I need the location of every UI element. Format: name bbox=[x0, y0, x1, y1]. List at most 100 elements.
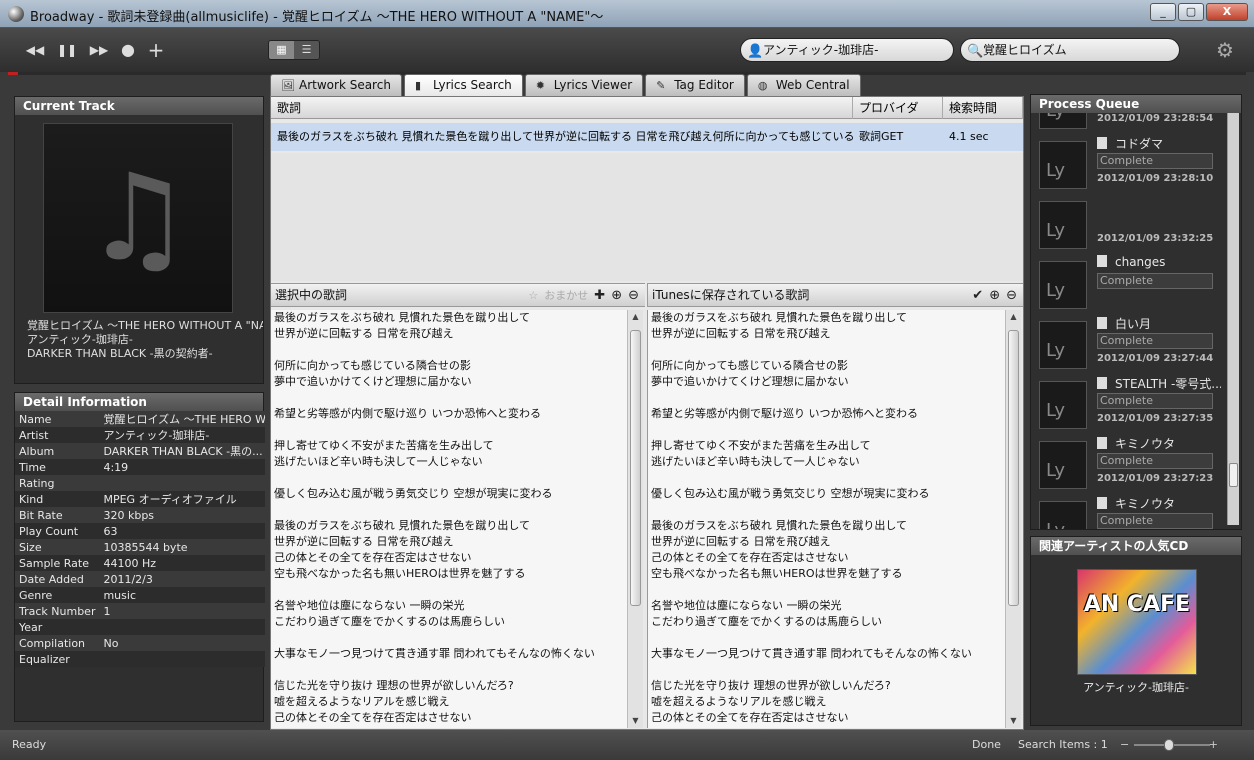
detail-value: 1 bbox=[103, 604, 111, 618]
column-lyrics[interactable]: 歌詞 bbox=[271, 97, 853, 119]
previous-icon[interactable]: ◀◀ bbox=[24, 40, 46, 60]
selected-lyrics-scrollbar[interactable]: ▲ ▼ bbox=[627, 310, 643, 728]
minimize-button[interactable]: _ bbox=[1150, 3, 1176, 21]
lyrics-line: 世界が逆に回転する 日常を飛び越え bbox=[274, 327, 454, 340]
lyrics-line: 空も飛べなかった名も無いHEROは世界を魅了する bbox=[651, 567, 903, 580]
detail-row: Genre music bbox=[15, 587, 266, 603]
lyrics-line: 名誉や地位は塵にならない 一瞬の栄光 bbox=[651, 599, 842, 612]
album-art: ♫ bbox=[43, 123, 233, 313]
lyrics-line: 最後のガラスをぶち破れ 見慣れた景色を蹴り出して bbox=[651, 519, 908, 532]
detail-information-header: Detail Information bbox=[15, 393, 263, 411]
scroll-thumb[interactable] bbox=[1008, 330, 1019, 606]
tab-tag-editor[interactable]: ✎ Tag Editor bbox=[645, 74, 745, 96]
tab-artwork-search[interactable]: 🖼 Artwork Search bbox=[270, 74, 402, 96]
queue-item[interactable]: Ly キミノウタ Complete 2012/01/09 23:27:23 bbox=[1031, 431, 1225, 491]
detail-key: Genre bbox=[19, 588, 53, 602]
maximize-button[interactable]: ▢ bbox=[1178, 3, 1204, 21]
zoom-minus-icon[interactable]: − bbox=[1120, 738, 1129, 751]
detail-value: 320 kbps bbox=[103, 508, 155, 522]
zoom-slider[interactable]: − + bbox=[1120, 738, 1224, 752]
scroll-down-icon[interactable]: ▼ bbox=[628, 714, 643, 728]
pause-icon[interactable]: ❚❚ bbox=[56, 40, 78, 60]
detail-value: 10385544 byte bbox=[103, 540, 188, 554]
detail-value: No bbox=[103, 636, 119, 650]
add-icon[interactable]: + bbox=[145, 40, 167, 60]
selected-lyrics-text[interactable]: 最後のガラスをぶち破れ 見慣れた景色を蹴り出して 世界が逆に回転する 日常を飛び越… bbox=[271, 310, 627, 728]
result-row[interactable]: 最後のガラスをぶち破れ 見慣れた景色を蹴り出して世界が逆に回転する 日常を飛び越… bbox=[271, 123, 1023, 151]
detail-value: 覚醒ヒロイズム ～THE HERO WI... bbox=[103, 413, 266, 426]
lyrics-line: 信じた光を守り抜け 理想の世界が欲しいんだろ? bbox=[274, 679, 514, 692]
title-search-input[interactable]: 🔍 覚醒ヒロイズム bbox=[960, 38, 1180, 62]
related-cd-panel: 関連アーティストの人気CD AN CAFE アンティック-珈琲店- bbox=[1030, 536, 1242, 726]
detail-key: Kind bbox=[19, 492, 44, 506]
gear-icon[interactable]: ⚙ bbox=[1213, 38, 1237, 62]
result-time: 4.1 sec bbox=[949, 130, 989, 143]
lyrics-line: 世界が逆に回転する 日常を飛び越え bbox=[274, 535, 454, 548]
tab-web-central[interactable]: ◍ Web Central bbox=[746, 74, 861, 96]
zoom-out-icon[interactable]: ⊖ bbox=[1006, 284, 1017, 307]
zoom-knob[interactable] bbox=[1164, 739, 1174, 751]
column-search-time[interactable]: 検索時間 bbox=[943, 97, 1023, 119]
scroll-up-icon[interactable]: ▲ bbox=[628, 310, 643, 324]
column-provider[interactable]: プロバイダ bbox=[853, 97, 943, 119]
result-provider: 歌詞GET bbox=[859, 130, 904, 143]
zoom-plus-icon[interactable]: + bbox=[1209, 738, 1218, 751]
tab-lyrics-viewer[interactable]: ✹ Lyrics Viewer bbox=[524, 74, 644, 96]
zoom-out-icon[interactable]: ⊖ bbox=[628, 284, 639, 307]
queue-item[interactable]: Ly STEALTH -零号式... Complete 2012/01/09 23:2… bbox=[1031, 371, 1225, 431]
detail-key: Album bbox=[19, 444, 55, 458]
app-icon bbox=[8, 6, 24, 22]
queue-item[interactable]: Ly 白い月 Complete 2012/01/09 23:27:44 bbox=[1031, 311, 1225, 371]
lyrics-line: 夢中で追いかけてくけど理想に届かない bbox=[274, 375, 472, 388]
list-view-icon[interactable]: ☰ bbox=[294, 41, 319, 59]
queue-item[interactable]: LyキミノウタComplete2012/01/09 23:27:20 bbox=[1031, 491, 1225, 529]
status-bar: Ready Done Search Items : 1 − + bbox=[0, 730, 1254, 760]
close-button[interactable]: X bbox=[1206, 3, 1248, 21]
zoom-in-icon[interactable]: ⊕ bbox=[611, 284, 622, 307]
cd-cover-image[interactable]: AN CAFE bbox=[1077, 569, 1197, 675]
queue-item-time: 2012/01/09 23:27:35 bbox=[1097, 413, 1214, 424]
itunes-lyrics-scrollbar[interactable]: ▲ ▼ bbox=[1005, 310, 1021, 728]
lyrics-thumb-icon: Ly bbox=[1039, 441, 1087, 489]
stop-icon[interactable]: ● bbox=[117, 40, 139, 60]
queue-item[interactable]: Ly changes Complete bbox=[1031, 251, 1225, 311]
lyrics-thumb-icon: Ly bbox=[1039, 113, 1087, 129]
detail-value bbox=[99, 651, 265, 667]
detail-key: Bit Rate bbox=[19, 508, 63, 522]
lyrics-line: 世界が逆に回転する 日常を飛び越え bbox=[651, 535, 831, 548]
queue-item[interactable]: Ly コドダマ Complete 2012/01/09 23:28:10 bbox=[1031, 131, 1225, 191]
detail-value: 2011/2/3 bbox=[103, 572, 153, 586]
grid-view-icon[interactable]: ▦ bbox=[269, 41, 294, 59]
star-icon[interactable]: ☆ bbox=[528, 284, 538, 307]
playback-progress-fill bbox=[8, 72, 18, 75]
detail-row: Track Number 1 bbox=[15, 603, 266, 619]
scroll-thumb[interactable] bbox=[630, 330, 641, 606]
tab-label: Web Central bbox=[775, 78, 850, 92]
tab-lyrics-search[interactable]: ▮ Lyrics Search bbox=[403, 74, 523, 96]
check-icon[interactable]: ✔ bbox=[972, 284, 983, 307]
artist-search-input[interactable]: 👤 アンティック-珈琲店- bbox=[740, 38, 954, 62]
queue-scrollbar[interactable] bbox=[1227, 113, 1239, 525]
results-header: 歌詞 プロバイダ 検索時間 bbox=[271, 97, 1023, 119]
lyrics-line: 何所に向かっても感じている隣合せの影 bbox=[651, 359, 848, 372]
detail-key: Size bbox=[19, 540, 42, 554]
lyrics-line: 最後のガラスをぶち破れ 見慣れた景色を蹴り出して bbox=[274, 311, 531, 324]
detail-row: Artist アンティック-珈琲店- bbox=[15, 427, 266, 443]
detail-value: MPEG オーディオファイル bbox=[103, 493, 237, 506]
itunes-lyrics-text[interactable]: 最後のガラスをぶち破れ 見慣れた景色を蹴り出して 世界が逆に回転する 日常を飛び越… bbox=[647, 310, 1005, 728]
queue-item[interactable]: LyComplete2012/01/09 23:28:54 bbox=[1031, 113, 1225, 131]
omakase-button[interactable]: おまかせ bbox=[544, 284, 588, 307]
zoom-in-icon[interactable]: ⊕ bbox=[989, 284, 1000, 307]
next-icon[interactable]: ▶▶ bbox=[88, 40, 110, 60]
lyrics-line: 優しく包み込む風が戦う勇気交じり 空想が現実に変わる bbox=[274, 487, 553, 500]
queue-item-time: 2012/01/09 23:28:54 bbox=[1097, 113, 1214, 124]
add-lyrics-icon[interactable]: ✚ bbox=[594, 284, 605, 307]
queue-item[interactable]: Ly 2012/01/09 23:32:25 bbox=[1031, 191, 1225, 251]
pencil-icon: ✎ bbox=[656, 79, 666, 92]
lyrics-line bbox=[274, 342, 624, 358]
scroll-down-icon[interactable]: ▼ bbox=[1006, 714, 1021, 728]
scroll-up-icon[interactable]: ▲ bbox=[1006, 310, 1021, 324]
scroll-thumb[interactable] bbox=[1229, 463, 1238, 487]
queue-item-status: Complete bbox=[1097, 333, 1213, 349]
title-search-value: 覚醒ヒロイズム bbox=[983, 43, 1067, 57]
